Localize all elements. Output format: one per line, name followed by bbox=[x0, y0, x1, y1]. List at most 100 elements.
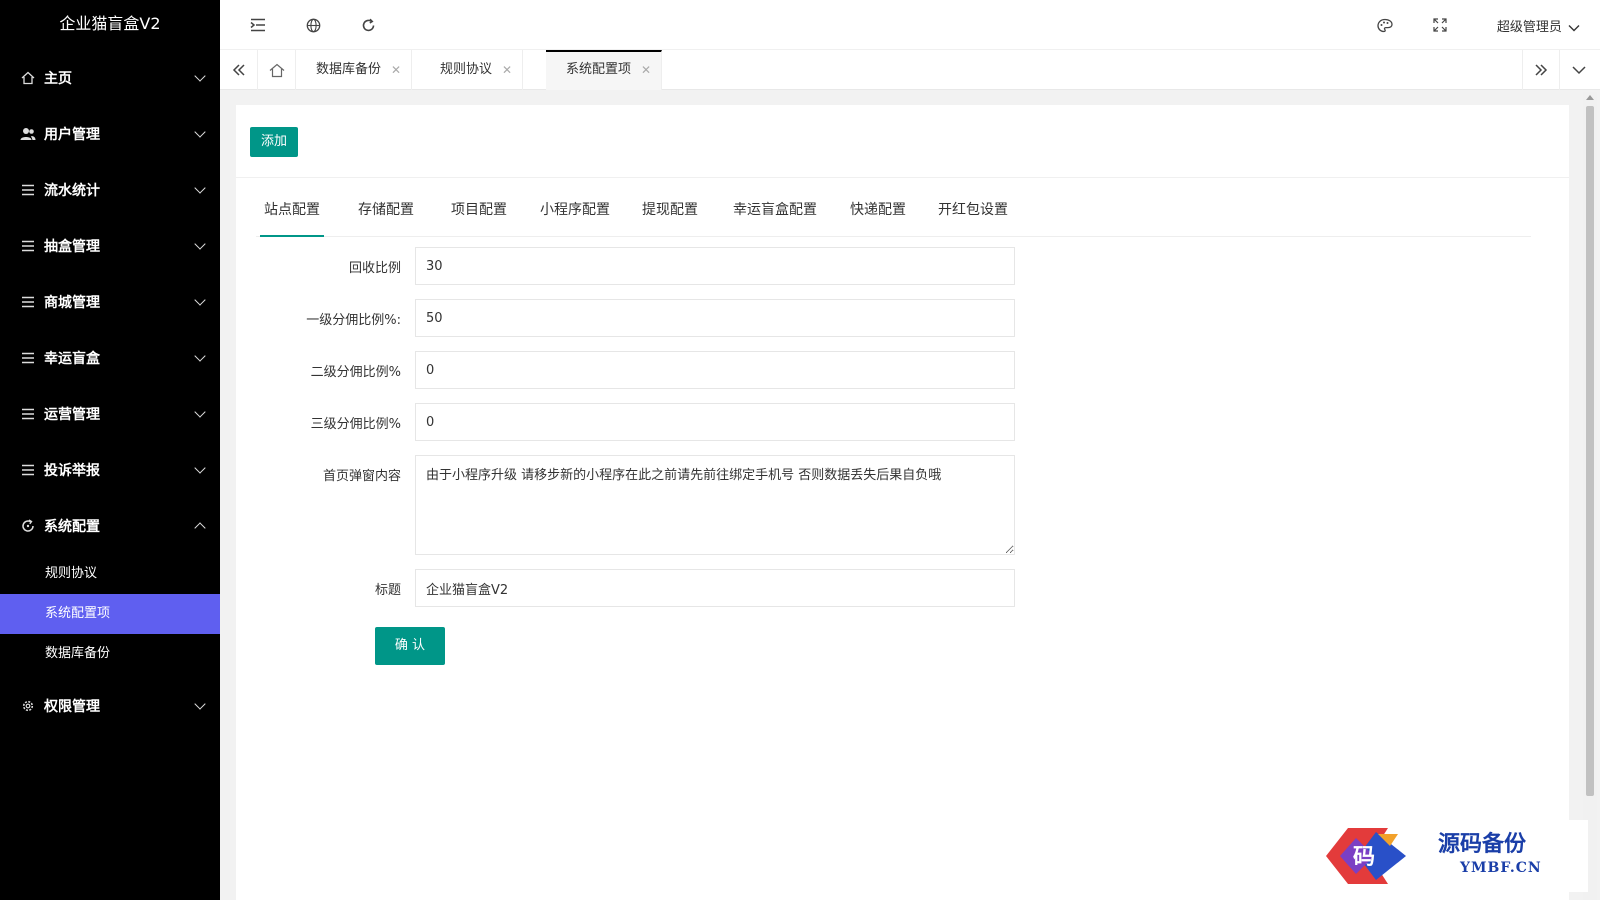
sidebar-item-system-config[interactable]: 系统配置 bbox=[0, 498, 220, 554]
sidebar-item-label: 运营管理 bbox=[44, 407, 100, 423]
chevron-down-icon bbox=[194, 698, 206, 710]
sidebar-item-users[interactable]: 用户管理 bbox=[0, 106, 220, 162]
form-row-title: 标题 bbox=[236, 569, 1036, 607]
gear-icon bbox=[20, 698, 36, 714]
watermark: 码 源码备份 YMBF.CN bbox=[1318, 820, 1588, 892]
sidebar-item-label: 投诉举报 bbox=[44, 463, 100, 479]
sidebar-item-home[interactable]: 主页 bbox=[0, 50, 220, 106]
close-icon[interactable]: ✕ bbox=[641, 52, 651, 88]
watermark-logo-char: 码 bbox=[1353, 844, 1375, 870]
chevron-up-icon bbox=[194, 522, 206, 534]
level2-commission-input[interactable] bbox=[415, 351, 1015, 389]
content-panel: 添加 站点配置 存储配置 项目配置 小程序配置 提现配置 幸运盲盒配置 快递配置… bbox=[236, 105, 1569, 900]
divider bbox=[236, 177, 1569, 178]
level2-commission-label: 二级分佣比例% bbox=[310, 365, 401, 380]
confirm-button[interactable]: 确 认 bbox=[375, 627, 445, 665]
close-icon[interactable]: ✕ bbox=[502, 50, 512, 90]
level3-commission-label: 三级分佣比例% bbox=[310, 417, 401, 432]
sidebar-item-label: 权限管理 bbox=[44, 699, 100, 715]
refresh-icon bbox=[20, 518, 36, 534]
list-icon bbox=[20, 462, 36, 478]
close-icon[interactable]: ✕ bbox=[391, 50, 401, 90]
form-row-popup-content: 首页弹窗内容 由于小程序升级 请移步新的小程序在此之前请先前往绑定手机号 否则数… bbox=[236, 455, 1036, 555]
list-icon bbox=[20, 294, 36, 310]
popup-content-label: 首页弹窗内容 bbox=[322, 469, 401, 484]
tab-options-chevron-icon[interactable] bbox=[1560, 50, 1598, 90]
brand-title: 企业猫盲盒V2 bbox=[59, 14, 161, 33]
sidebar-item-label: 用户管理 bbox=[44, 127, 100, 143]
chevron-down-icon bbox=[194, 406, 206, 418]
form-row-level3-commission: 三级分佣比例% bbox=[236, 403, 1036, 441]
sidebar-item-permissions[interactable]: 权限管理 bbox=[0, 678, 220, 734]
sidebar-item-label: 商城管理 bbox=[44, 295, 100, 311]
tab-miniprogram-config[interactable]: 小程序配置 bbox=[538, 187, 612, 237]
list-icon bbox=[20, 182, 36, 198]
chevron-down-icon bbox=[194, 70, 206, 82]
scrollbar-thumb[interactable] bbox=[1586, 106, 1594, 796]
globe-icon[interactable] bbox=[303, 15, 323, 35]
title-input[interactable] bbox=[415, 569, 1015, 607]
tab-bar: 数据库备份 ✕ 规则协议 ✕ 系统配置项 ✕ bbox=[220, 50, 1600, 90]
fullscreen-icon[interactable] bbox=[1430, 15, 1450, 35]
tab-scroll-left-icon[interactable] bbox=[220, 50, 258, 90]
form-row-recycle-ratio: 回收比例 bbox=[236, 247, 1036, 285]
watermark-text: 源码备份 bbox=[1438, 831, 1527, 857]
tab-db-backup[interactable]: 数据库备份 ✕ bbox=[296, 50, 413, 90]
list-icon bbox=[20, 350, 36, 366]
home-tab-icon[interactable] bbox=[258, 50, 296, 90]
tab-storage-config[interactable]: 存储配置 bbox=[356, 187, 416, 237]
popup-content-textarea[interactable]: 由于小程序升级 请移步新的小程序在此之前请先前往绑定手机号 否则数据丢失后果自负… bbox=[415, 455, 1015, 555]
users-icon bbox=[20, 126, 36, 142]
add-button[interactable]: 添加 bbox=[250, 127, 298, 157]
form-row-level1-commission: 一级分佣比例%: bbox=[236, 299, 1036, 337]
sidebar-subitem-system-config-items[interactable]: 系统配置项 bbox=[0, 594, 220, 634]
sidebar-item-mall[interactable]: 商城管理 bbox=[0, 274, 220, 330]
sidebar-item-flow-stats[interactable]: 流水统计 bbox=[0, 162, 220, 218]
chevron-down-icon bbox=[194, 294, 206, 306]
sidebar-item-label: 主页 bbox=[44, 71, 72, 87]
tab-withdraw-config[interactable]: 提现配置 bbox=[640, 187, 700, 237]
tab-site-config[interactable]: 站点配置 bbox=[260, 187, 324, 237]
level3-commission-input[interactable] bbox=[415, 403, 1015, 441]
sidebar-subitem-db-backup[interactable]: 数据库备份 bbox=[0, 634, 220, 674]
list-icon bbox=[20, 238, 36, 254]
tab-lucky-box-config[interactable]: 幸运盲盒配置 bbox=[730, 187, 820, 237]
config-tabs: 站点配置 存储配置 项目配置 小程序配置 提现配置 幸运盲盒配置 快递配置 开红… bbox=[256, 187, 1531, 237]
scroll-up-arrow-icon[interactable] bbox=[1586, 95, 1594, 100]
menu-fold-icon[interactable] bbox=[248, 15, 268, 35]
sidebar-item-box-draw[interactable]: 抽盒管理 bbox=[0, 218, 220, 274]
tab-rules[interactable]: 规则协议 ✕ bbox=[420, 50, 524, 90]
sidebar-item-lucky-box[interactable]: 幸运盲盒 bbox=[0, 330, 220, 386]
sidebar-item-label: 流水统计 bbox=[44, 183, 100, 199]
theme-palette-icon[interactable] bbox=[1375, 15, 1395, 35]
recycle-ratio-input[interactable] bbox=[415, 247, 1015, 285]
chevron-down-icon bbox=[194, 238, 206, 250]
tab-label: 规则协议 bbox=[440, 62, 493, 77]
user-name-label: 超级管理员 bbox=[1496, 20, 1562, 35]
chevron-down-icon bbox=[194, 462, 206, 474]
watermark-logo-icon: 码 bbox=[1326, 828, 1406, 884]
sidebar-subitem-rules[interactable]: 规则协议 bbox=[0, 554, 220, 594]
vertical-scrollbar[interactable] bbox=[1583, 92, 1597, 900]
sidebar: 企业猫盲盒V2 主页 用户管理 流水统计 抽盒管理 商城管理 幸运盲盒 运营管理… bbox=[0, 0, 220, 900]
watermark-subtext: YMBF.CN bbox=[1460, 860, 1542, 876]
recycle-ratio-label: 回收比例 bbox=[348, 261, 401, 276]
chevron-down-icon bbox=[194, 350, 206, 362]
refresh-icon[interactable] bbox=[358, 15, 378, 35]
chevron-down-icon bbox=[194, 126, 206, 138]
tab-label: 数据库备份 bbox=[316, 62, 382, 77]
home-icon bbox=[20, 70, 36, 86]
user-menu[interactable]: 超级管理员 bbox=[1497, 16, 1580, 35]
tab-red-packet-settings[interactable]: 开红包设置 bbox=[936, 187, 1010, 237]
sidebar-item-complaints[interactable]: 投诉举报 bbox=[0, 442, 220, 498]
tab-system-config-items[interactable]: 系统配置项 ✕ bbox=[546, 50, 663, 90]
tab-scroll-right-icon[interactable] bbox=[1522, 50, 1560, 90]
tab-label: 系统配置项 bbox=[566, 62, 632, 77]
tab-project-config[interactable]: 项目配置 bbox=[449, 187, 509, 237]
sidebar-item-label: 系统配置 bbox=[44, 519, 100, 535]
sidebar-item-operations[interactable]: 运营管理 bbox=[0, 386, 220, 442]
tab-express-config[interactable]: 快递配置 bbox=[848, 187, 908, 237]
top-header: 超级管理员 bbox=[220, 0, 1600, 50]
chevron-down-icon bbox=[1568, 24, 1580, 31]
level1-commission-input[interactable] bbox=[415, 299, 1015, 337]
